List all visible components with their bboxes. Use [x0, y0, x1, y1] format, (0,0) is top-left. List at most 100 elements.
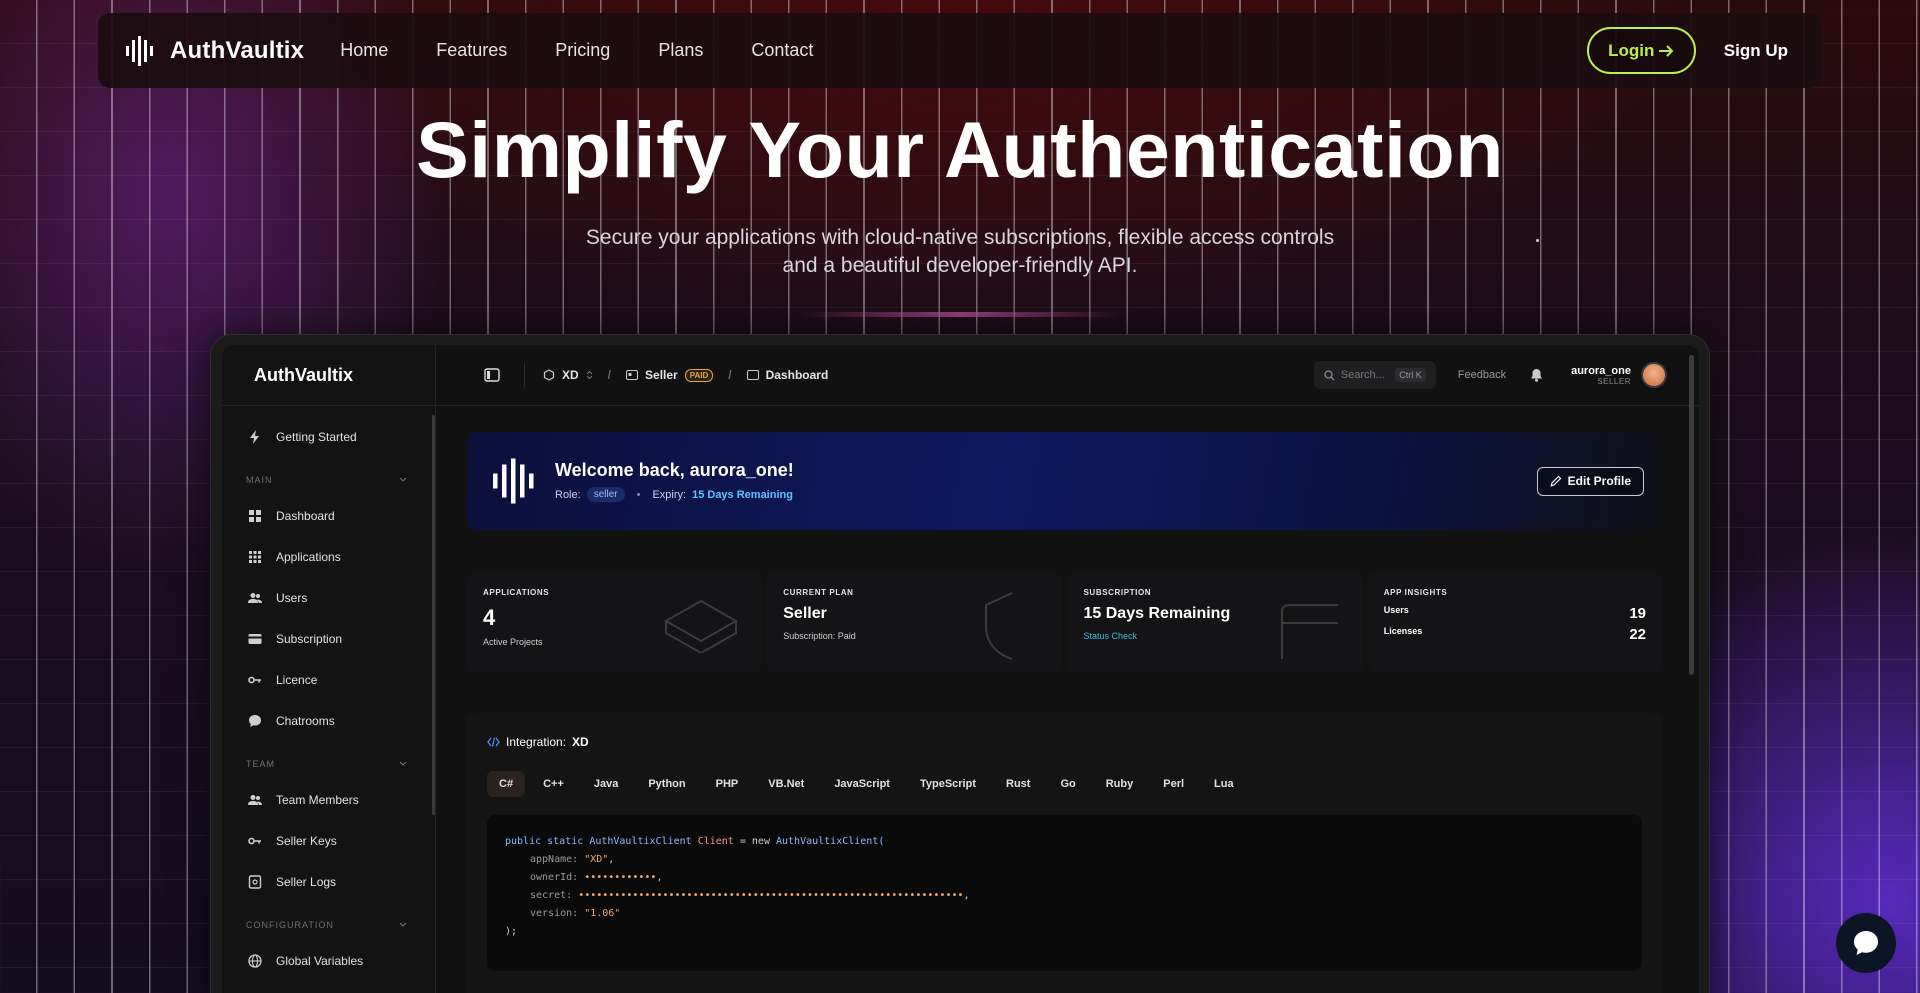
search-input[interactable]: Search... Ctrl K [1313, 361, 1436, 389]
sidebar-item-label: Applications [276, 549, 341, 564]
sidebar-item-dashboard[interactable]: Dashboard [222, 495, 435, 536]
stat-card-subscription[interactable]: SUBSCRIPTION 15 Days Remaining Status Ch… [1067, 573, 1362, 673]
paid-badge: PAID [684, 368, 714, 382]
language-tabs: C# C++ Java Python PHP VB.Net JavaScript… [487, 771, 1642, 797]
code-variable: Client [697, 836, 734, 847]
chevron-down-icon [399, 761, 407, 766]
stat-label: APP INSIGHTS [1383, 588, 1448, 597]
sidebar-item-label: Licence [276, 672, 318, 687]
content-scrollbar[interactable] [1689, 355, 1694, 675]
sidebar-item-users[interactable]: Users [222, 577, 435, 618]
insight-label: Users [1383, 605, 1409, 615]
sidebar-item-subscription[interactable]: Subscription [222, 618, 435, 659]
chat-bubble-icon [1854, 931, 1878, 955]
integration-app: XD [572, 735, 589, 749]
key-icon [248, 676, 261, 683]
stat-card-applications[interactable]: APPLICATIONS 4 Active Projects [467, 573, 762, 673]
chevron-updown-icon[interactable] [586, 370, 593, 380]
apps-icon [249, 550, 261, 563]
sidebar-item-chatrooms[interactable]: Chatrooms [222, 700, 435, 741]
nav-link-features[interactable]: Features [436, 40, 507, 61]
tab-cpp[interactable]: C++ [531, 771, 576, 797]
nav-link-plans[interactable]: Plans [658, 40, 703, 61]
sidebar-item-label: Seller Keys [276, 833, 337, 848]
nav-link-contact[interactable]: Contact [751, 40, 813, 61]
tab-javascript[interactable]: JavaScript [822, 771, 902, 797]
user-info[interactable]: aurora_one SELLER [1571, 365, 1631, 386]
tab-ruby[interactable]: Ruby [1094, 771, 1146, 797]
nav-actions: Login Sign Up [1586, 27, 1788, 74]
insight-row-licenses: Licenses 22 [1384, 626, 1646, 643]
sidebar-section-main[interactable]: MAIN [222, 465, 435, 495]
bullet: • [636, 488, 641, 501]
code-line: public static AuthVaultixClient Client =… [505, 833, 1624, 851]
code-key: version: [530, 908, 579, 919]
sidebar-item-global-variables[interactable]: Global Variables [222, 940, 435, 981]
nav-link-home[interactable]: Home [340, 40, 388, 61]
role-label: Role: [555, 488, 581, 501]
login-button[interactable]: Login [1586, 27, 1696, 74]
stat-card-plan[interactable]: CURRENT PLAN Seller Subscription: Paid [767, 573, 1062, 673]
tab-perl[interactable]: Perl [1151, 771, 1196, 797]
page-icon [746, 370, 759, 380]
code-string: "XD" [584, 854, 609, 865]
users-icon [248, 592, 262, 603]
welcome-banner: Welcome back, aurora_one! Role: seller •… [467, 432, 1662, 530]
sidebar-item-applications[interactable]: Applications [222, 536, 435, 577]
sidebar-section-configuration[interactable]: CONFIGURATION [222, 910, 435, 940]
code-snippet[interactable]: public static AuthVaultixClient Client =… [487, 815, 1642, 971]
feedback-link[interactable]: Feedback [1458, 369, 1506, 381]
code-line: ownerId: ••••••••••••, [530, 872, 663, 883]
code-key: secret: [530, 890, 573, 901]
signup-button[interactable]: Sign Up [1724, 41, 1788, 61]
code-line: ); [505, 926, 518, 937]
sidebar-scrollbar[interactable] [432, 415, 435, 815]
tab-rust[interactable]: Rust [994, 771, 1042, 797]
sidebar-item-seller-keys[interactable]: Seller Keys [222, 820, 435, 861]
sidebar-item-getting-started[interactable]: Getting Started [222, 416, 435, 457]
sidebar-toggle-icon[interactable] [484, 368, 500, 382]
tab-csharp[interactable]: C# [487, 771, 526, 797]
hero-glow [800, 312, 1120, 317]
tab-lua[interactable]: Lua [1202, 771, 1246, 797]
avatar[interactable] [1641, 362, 1667, 388]
edit-profile-button[interactable]: Edit Profile [1536, 466, 1644, 496]
tab-java[interactable]: Java [582, 771, 630, 797]
breadcrumb-app[interactable]: XD [562, 368, 579, 382]
insight-value: 19 [1629, 605, 1646, 622]
sidebar-item-team-members[interactable]: Team Members [222, 779, 435, 820]
top-navbar: AuthVaultix Home Features Pricing Plans … [98, 13, 1822, 88]
hero-subtitle-line2: and a beautiful developer-friendly API. [782, 254, 1138, 277]
sidebar-item-seller-logs[interactable]: Seller Logs [222, 861, 435, 902]
login-label: Login [1608, 40, 1655, 60]
user-name: aurora_one [1571, 364, 1631, 377]
sidebar-section-team[interactable]: TEAM [222, 749, 435, 779]
search-shortcut: Ctrl K [1395, 368, 1426, 382]
integration-title: Integration: XD [487, 735, 1642, 749]
log-icon [248, 874, 262, 889]
chat-widget-button[interactable] [1836, 913, 1896, 973]
breadcrumb-page[interactable]: Dashboard [766, 368, 829, 382]
tab-typescript[interactable]: TypeScript [908, 771, 988, 797]
code-key: appName: [530, 854, 579, 865]
tab-go[interactable]: Go [1048, 771, 1087, 797]
sidebar-item-label: Getting Started [276, 429, 357, 444]
sidebar-item-label: Dashboard [276, 508, 335, 523]
sidebar-item-label: Chatrooms [276, 713, 335, 728]
nav-link-pricing[interactable]: Pricing [555, 40, 610, 61]
tab-vbnet[interactable]: VB.Net [756, 771, 816, 797]
breadcrumb-seller[interactable]: Seller [645, 368, 678, 382]
chevron-down-icon [399, 477, 407, 482]
sidebar-logo[interactable]: AuthVaultix [222, 345, 435, 406]
code-key: ownerId: [530, 872, 579, 883]
search-placeholder: Search... [1340, 369, 1385, 381]
hero-subtitle: Secure your applications with cloud-nati… [560, 224, 1360, 280]
tab-php[interactable]: PHP [704, 771, 751, 797]
tab-python[interactable]: Python [636, 771, 697, 797]
breadcrumb: XD / Seller PAID / Dashboard [543, 368, 828, 382]
sidebar-item-licence[interactable]: Licence [222, 659, 435, 700]
brand[interactable]: AuthVaultix [126, 35, 304, 66]
stat-card-insights[interactable]: APP INSIGHTS Users 19 Licenses 22 [1367, 573, 1662, 673]
bell-icon[interactable] [1530, 368, 1543, 382]
welcome-title: Welcome back, aurora_one! [555, 460, 794, 480]
